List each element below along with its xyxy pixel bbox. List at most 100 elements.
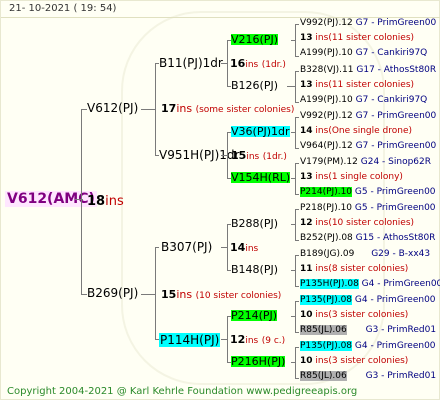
- gen4-1-dam-name[interactable]: A199(PJ).10: [300, 48, 353, 58]
- gen4-3-sire-line: G7 - PrimGreen00: [355, 111, 437, 121]
- gen3-item-7[interactable]: P214(PJ): [231, 310, 278, 321]
- gen4-4-sire: V179(PM).12 G24 - Sinop62R: [300, 158, 431, 167]
- gen4-5-sire: P218(PJ).10 G5 - PrimGreen00: [300, 204, 436, 213]
- gen1-dam-ins-num: 15: [161, 288, 177, 301]
- gen4-5-sire-name[interactable]: P218(PJ).10: [300, 203, 352, 213]
- gen2-4-ins-label: ins: [245, 336, 259, 346]
- gen4-6-ins-note: (8 sister colonies): [328, 264, 409, 274]
- gen4-3-ins-num: 14: [300, 126, 313, 136]
- gen2-3-ins-num: 14: [230, 241, 246, 254]
- gen1-dam-note: (10 sister colonies): [195, 291, 282, 301]
- gen4-6-sire-name[interactable]: B189(JG).09: [300, 249, 354, 259]
- gen2-2-note: (1dr.): [262, 152, 287, 162]
- gen4-8-sire-line: G4 - PrimGreen00: [354, 341, 436, 351]
- gen1-sire-inbreeding: 17ins (some sister colonies): [161, 103, 294, 115]
- gen4-1-sire-name[interactable]: V992(PJ).12: [300, 18, 353, 28]
- gen1-sire-ins-num: 17: [161, 102, 177, 115]
- gen4-4-dam-name[interactable]: P214(PJ).10: [300, 187, 353, 197]
- gen4-8-dam-name[interactable]: R85(JL).06: [300, 371, 347, 381]
- gen4-1-ins: 13 ins(11 sister colonies): [300, 34, 414, 43]
- gen4-1-ins-label: ins: [315, 33, 329, 43]
- gen4-1-dam: A199(PJ).10 G7 - Cankiri97Q: [300, 49, 427, 58]
- gen3-item-8[interactable]: P216H(PJ): [231, 356, 286, 367]
- gen4-2-ins-note: (11 sister colonies): [328, 80, 415, 90]
- gen1-sire[interactable]: V612(PJ): [87, 102, 138, 114]
- gen2-item-4-inbreeding: 12ins (9 c.): [230, 334, 285, 346]
- gen4-1-ins-note: (11 sister colonies): [328, 33, 415, 43]
- gen2-1-ins-label: ins: [245, 60, 259, 70]
- gen3-item-6[interactable]: B148(PJ): [231, 264, 278, 275]
- gen4-6-dam-line: G4 - PrimGreen00: [361, 279, 440, 289]
- gen4-7-sire-name[interactable]: P135(PJ).08: [300, 295, 353, 305]
- gen1-dam-ins-label: ins: [176, 288, 193, 301]
- gen4-2-dam-line: G7 - Cankiri97Q: [355, 95, 428, 105]
- gen4-2-dam: A199(PJ).10 G7 - Cankiri97Q: [300, 96, 427, 105]
- gen1-dam[interactable]: B269(PJ): [87, 287, 138, 299]
- gen4-7-dam-name[interactable]: R85(JL).06: [300, 325, 347, 335]
- gen4-6-ins-num: 11: [300, 264, 313, 274]
- gen4-6-sire-line: G29 - B-xx43: [371, 249, 431, 259]
- root-inbreeding: 18ins: [87, 195, 124, 208]
- gen4-8-dam: R85(JL).06 G3 - PrimRed01: [300, 371, 437, 381]
- gen4-3-ins: 14 ins(One single drone): [300, 127, 412, 136]
- gen2-1-ins-num: 16: [230, 57, 246, 70]
- gen4-3-dam-name[interactable]: V964(PJ).12: [300, 141, 353, 151]
- gen4-7-dam: R85(JL).06 G3 - PrimRed01: [300, 325, 437, 335]
- gen2-2-ins-num: 15: [231, 149, 247, 162]
- pedigree-canvas: 21- 10-2021 ( 19: 54) V612(AMC) 18ins V6…: [0, 0, 440, 400]
- gen4-4-sire-line: G24 - Sinop62R: [360, 157, 431, 167]
- gen2-item-3-inbreeding: 14ins: [230, 242, 258, 254]
- gen4-2-sire-name[interactable]: B328(VJ).11: [300, 65, 354, 75]
- gen4-5-ins-label: ins: [315, 218, 329, 228]
- footer-copyright[interactable]: Copyright 2004-2021 @ Karl Kehrle Founda…: [7, 387, 357, 397]
- gen4-5-ins-note: (10 sister colonies): [328, 218, 415, 228]
- gen4-5-dam-name[interactable]: B252(PJ).08: [300, 233, 353, 243]
- gen4-7-dam-line: G3 - PrimRed01: [365, 325, 437, 335]
- gen4-7-ins: 10 ins(3 sister colonies): [300, 311, 408, 320]
- gen4-8-ins: 10 ins(3 sister colonies): [300, 357, 408, 366]
- gen4-3-sire: V992(PJ).12 G7 - PrimGreen00: [300, 112, 436, 121]
- gen3-item-5[interactable]: B288(PJ): [231, 218, 278, 229]
- gen4-8-ins-label: ins: [315, 356, 329, 366]
- gen4-6-dam-name[interactable]: P135H(PJ).08: [300, 279, 359, 289]
- root-ins-num: 18: [87, 194, 106, 209]
- gen2-4-ins-num: 12: [230, 333, 246, 346]
- gen2-item-4[interactable]: P114H(PJ): [159, 333, 221, 347]
- gen3-item-4[interactable]: V154H(RL): [231, 172, 291, 183]
- gen4-2-dam-name[interactable]: A199(PJ).10: [300, 95, 353, 105]
- gen3-item-3[interactable]: V36(PJ)1dr: [231, 126, 290, 137]
- gen4-3-sire-name[interactable]: V992(PJ).12: [300, 111, 353, 121]
- gen4-2-ins: 13 ins(11 sister colonies): [300, 81, 414, 90]
- gen4-6-dam: P135H(PJ).08 G4 - PrimGreen00: [300, 279, 440, 289]
- gen3-item-1[interactable]: V216(PJ): [231, 34, 278, 45]
- gen4-3-dam-line: G7 - PrimGreen00: [355, 141, 437, 151]
- gen4-4-dam: P214(PJ).10 G5 - PrimGreen00: [300, 187, 436, 197]
- root-queen[interactable]: V612(AMC): [5, 191, 97, 207]
- gen4-1-sire: V992(PJ).12 G7 - PrimGreen00: [300, 19, 436, 28]
- gen2-3-ins-label: ins: [245, 244, 259, 254]
- date-stamp: 21- 10-2021 ( 19: 54): [9, 3, 117, 14]
- gen4-8-sire-name[interactable]: P135(PJ).08: [300, 341, 353, 351]
- gen2-item-2-inbreeding: 15ins (1dr.): [231, 150, 287, 162]
- gen4-2-sire-line: G17 - AthosSt80R: [356, 65, 437, 75]
- gen4-4-ins: 13 ins(1 single colony): [300, 173, 403, 182]
- root-ins-label: ins: [105, 194, 124, 209]
- gen1-sire-ins-label: ins: [176, 102, 193, 115]
- gen2-item-1-inbreeding: 16ins (1dr.): [230, 58, 286, 70]
- gen4-6-ins-label: ins: [315, 264, 329, 274]
- gen4-1-sire-line: G7 - PrimGreen00: [355, 18, 437, 28]
- gen2-item-3[interactable]: B307(PJ): [161, 241, 212, 253]
- gen3-item-2[interactable]: B126(PJ): [231, 80, 278, 91]
- gen4-7-ins-label: ins: [315, 310, 329, 320]
- gen4-8-dam-line: G3 - PrimRed01: [365, 371, 437, 381]
- gen4-7-ins-note: (3 sister colonies): [328, 310, 409, 320]
- gen2-item-1[interactable]: B11(PJ)1dr: [159, 57, 223, 69]
- gen4-5-ins: 12 ins(10 sister colonies): [300, 219, 414, 228]
- gen4-1-dam-line: G7 - Cankiri97Q: [355, 48, 428, 58]
- gen1-sire-note: (some sister colonies): [195, 105, 295, 115]
- gen2-2-ins-label: ins: [246, 152, 260, 162]
- gen4-4-sire-name[interactable]: V179(PM).12: [300, 157, 358, 167]
- gen4-7-sire: P135(PJ).08 G4 - PrimGreen00: [300, 295, 436, 305]
- gen4-2-ins-label: ins: [315, 80, 329, 90]
- gen4-7-ins-num: 10: [300, 310, 313, 320]
